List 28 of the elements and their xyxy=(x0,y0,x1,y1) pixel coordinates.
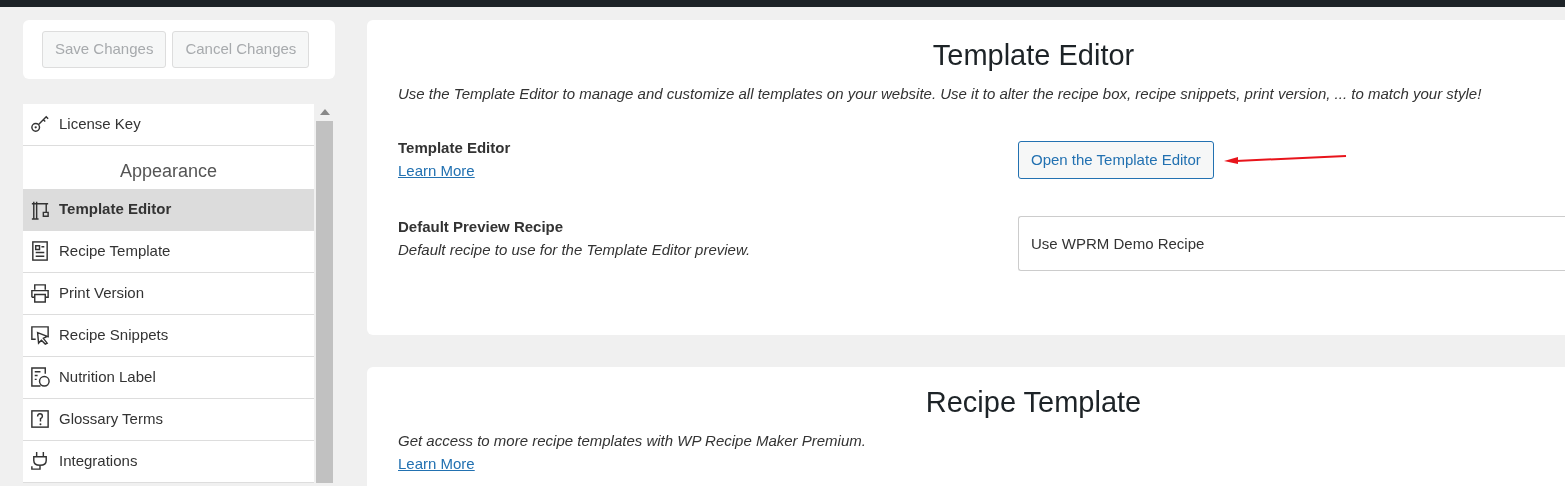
sidebar-item[interactable]: Print Version xyxy=(23,272,314,315)
sidebar-item[interactable]: Glossary Terms xyxy=(23,398,314,441)
recipe-select[interactable]: Use WPRM Demo Recipe xyxy=(1018,216,1565,272)
nutrition-icon xyxy=(29,366,51,388)
section-description: Use the Template Editor to manage and customize all templates on your website. Use it to alter the recipe box, recipe snippets, print version, ... to match your style! xyxy=(398,83,1483,104)
sidebar-item[interactable]: Template Editor xyxy=(23,188,314,231)
question-icon xyxy=(29,408,51,430)
setting-label: Default Preview Recipe xyxy=(398,217,565,238)
sidebar-item[interactable]: Recipe Snippets xyxy=(23,314,314,357)
scrollbar[interactable] xyxy=(316,103,333,483)
pointer-icon xyxy=(29,324,51,346)
open-editor-button[interactable]: Open the Template Editor xyxy=(1018,140,1214,180)
setting-description: Default recipe to use for the Template Editor preview. xyxy=(398,239,752,260)
section-title: Template Editor xyxy=(931,38,1136,73)
setting-label: Template Editor xyxy=(398,138,512,159)
sidebar-item[interactable]: License Key xyxy=(23,103,314,146)
sidebar-item[interactable]: Nutrition Label xyxy=(23,356,314,399)
learn-more-link[interactable]: Learn More xyxy=(398,161,475,179)
section-title: Recipe Template xyxy=(924,385,1143,421)
sidebar-item[interactable]: Integrations xyxy=(23,440,314,483)
learn-more-link[interactable]: Learn More xyxy=(398,454,475,472)
scroll-up-icon[interactable] xyxy=(319,109,330,115)
sidebar-heading: Appearance xyxy=(118,159,219,183)
section-description: Get access to more recipe templates with WP Recipe Maker Premium. xyxy=(398,431,867,452)
document-icon xyxy=(29,240,51,262)
printer-icon xyxy=(29,282,51,304)
sidebar-item[interactable]: Recipe Template xyxy=(23,230,314,273)
key-icon xyxy=(29,113,51,135)
